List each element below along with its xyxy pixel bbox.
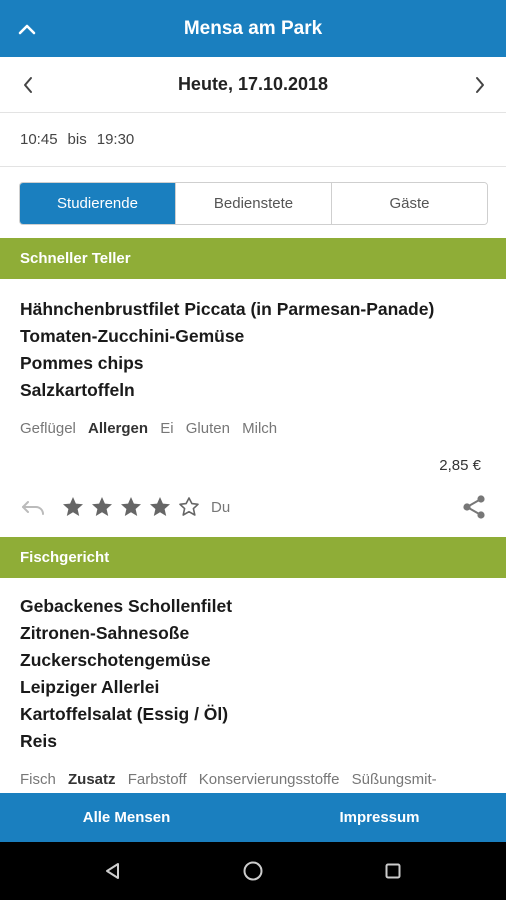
impressum-button[interactable]: Impressum [253, 793, 506, 842]
additive-tag: Farbstoff [127, 771, 187, 788]
star-empty-icon[interactable] [174, 493, 203, 522]
allergen-tag: Gluten [185, 420, 230, 437]
dish-item: Zitronen-Sahnesoße [20, 623, 190, 643]
dish-item: Zuckerschotengemüse [20, 650, 211, 670]
dish-list: Hähnchenbrustfilet Piccata (in Parmesan-… [20, 296, 434, 404]
opening-hours: 10:45 bis 19:30 [0, 113, 506, 167]
allergen-tag: Ei [160, 420, 174, 437]
meat-type-tag: Geflügel [20, 420, 76, 437]
segment-bedienstete[interactable]: Bedienstete [176, 183, 332, 224]
additive-tag: Konservierungsstoffe [198, 771, 340, 788]
star-filled-icon[interactable] [87, 493, 116, 522]
category-header-schneller-teller: Schneller Teller [0, 238, 506, 279]
star-filled-icon[interactable] [58, 493, 87, 522]
undo-rating-icon[interactable] [20, 495, 48, 519]
next-day-chevron-icon[interactable] [466, 71, 494, 99]
current-date: Heute, 17.10.2018 [177, 74, 329, 94]
segment-studierende[interactable]: Studierende [20, 183, 176, 224]
share-icon[interactable] [460, 493, 488, 521]
system-navigation-bar [0, 842, 506, 900]
recents-square-icon[interactable] [380, 858, 406, 884]
dish-item: Pommes chips [20, 353, 144, 373]
segment-gaeste[interactable]: Gäste [332, 183, 487, 224]
dish-item: Hähnchenbrustfilet Piccata (in Parmesan-… [20, 299, 435, 319]
opening-time: 10:45 [20, 131, 58, 148]
dish-item: Kartoffelsalat (Essig / Öl) [20, 704, 229, 724]
dish-tags: Fisch Zusatz Farbstoff Konservierungssto… [20, 771, 445, 788]
date-navigation: Heute, 17.10.2018 [0, 57, 506, 113]
app-bar: Mensa am Park [0, 0, 506, 57]
additive-label: Zusatz [68, 771, 116, 788]
rating-row: Du [20, 492, 230, 522]
star-filled-icon[interactable] [116, 493, 145, 522]
rating-owner-label: Du [211, 498, 231, 516]
all-mensen-button[interactable]: Alle Mensen [0, 793, 253, 842]
hours-separator: bis [67, 131, 87, 148]
dish-item: Salzkartoffeln [20, 380, 135, 400]
dish-item: Reis [20, 731, 57, 751]
fish-type-tag: Fisch [20, 771, 56, 788]
dish-tags: Geflügel Allergen Ei Gluten Milch [20, 420, 285, 437]
previous-day-chevron-icon[interactable] [14, 71, 42, 99]
dish-item: Gebackenes Schollenfilet [20, 596, 233, 616]
star-filled-icon[interactable] [145, 493, 174, 522]
category-header-fischgericht: Fischgericht [0, 537, 506, 578]
additive-tag: Süßungsmit- [351, 771, 437, 788]
back-triangle-icon[interactable] [100, 858, 126, 884]
home-circle-icon[interactable] [240, 858, 266, 884]
dish-item: Tomaten-Zucchini-Gemüse [20, 326, 245, 346]
dish-item: Leipziger Allerlei [20, 677, 160, 697]
bottom-navigation: Alle Mensen Impressum [0, 793, 506, 842]
allergen-tag: Milch [242, 420, 278, 437]
dish-price: 2,85 € [439, 457, 481, 474]
allergen-label: Allergen [88, 420, 149, 437]
collapse-up-icon[interactable] [14, 16, 40, 42]
mensa-title: Mensa am Park [183, 17, 323, 39]
dish-list: Gebackenes Schollenfilet Zitronen-Sahnes… [20, 593, 232, 755]
price-group-selector: Studierende Bedienstete Gäste [19, 182, 488, 225]
closing-time: 19:30 [96, 131, 135, 148]
